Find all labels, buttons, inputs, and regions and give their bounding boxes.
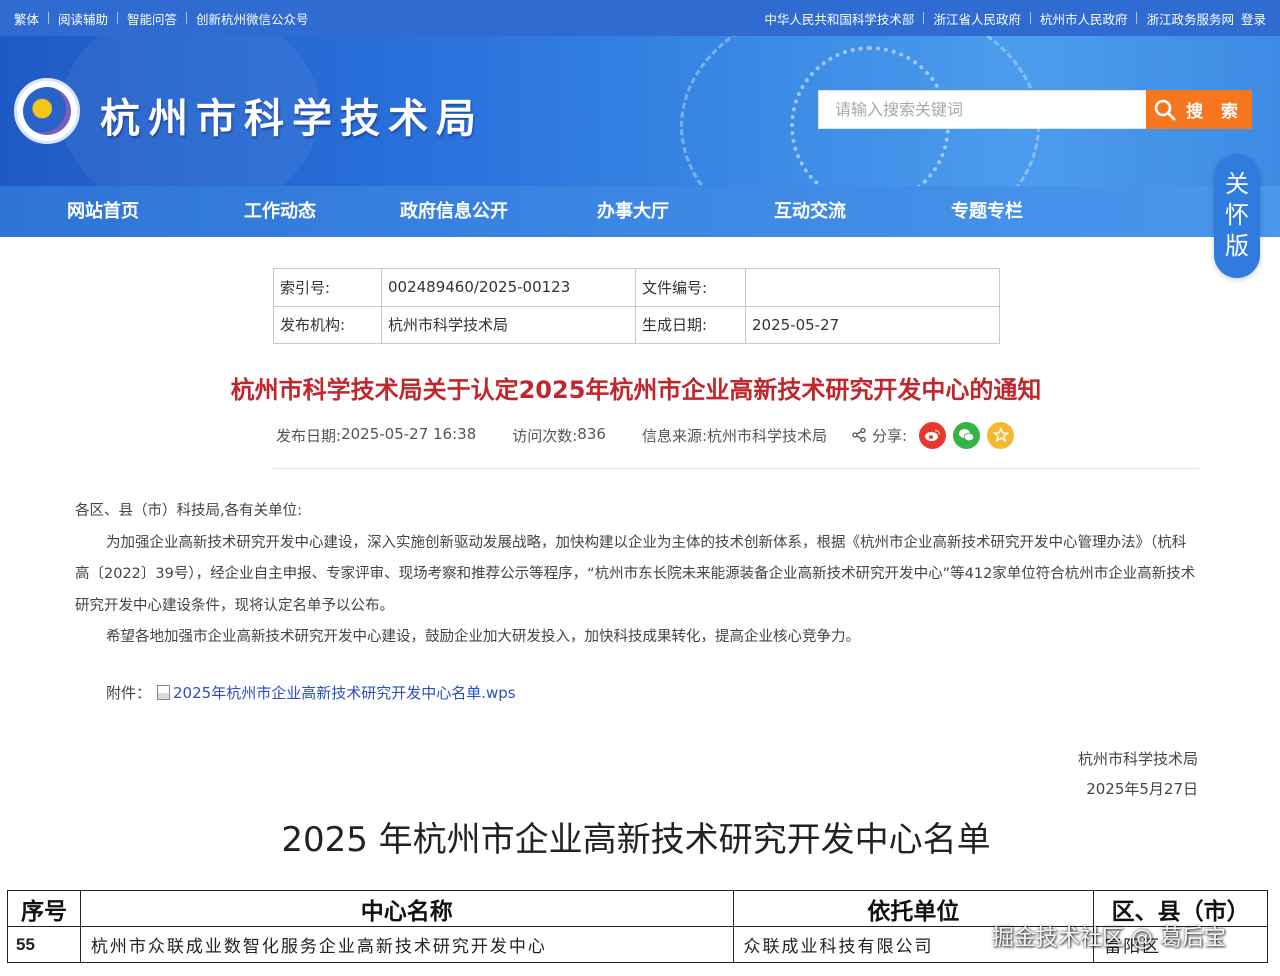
reading-assist-link[interactable]: 阅读辅助 xyxy=(58,9,108,28)
publish-date-label: 发布日期: xyxy=(276,426,342,445)
header-banner: 杭州市科学技术局 搜 索 xyxy=(0,36,1280,186)
date-value: 2025-05-27 xyxy=(745,305,1000,344)
meta-row: 发布机构: 杭州市科学技术局 生成日期: 2025-05-27 xyxy=(273,305,1000,344)
nav-gov-info[interactable]: 政府信息公开 xyxy=(400,186,508,237)
signature-date: 2025年5月27日 xyxy=(1086,780,1198,798)
nav-work-news[interactable]: 工作动态 xyxy=(244,186,316,237)
info-source: 信息来源: 杭州市科学技术局 xyxy=(642,425,827,446)
wechat-share-icon[interactable] xyxy=(953,421,981,449)
info-source-label: 信息来源: xyxy=(641,426,707,445)
info-source-value: 杭州市科学技术局 xyxy=(707,426,828,445)
hangzhou-gov-link[interactable]: 杭州市人民政府 xyxy=(1040,9,1128,28)
bureau-logo-icon[interactable] xyxy=(14,78,80,144)
search-input[interactable] xyxy=(818,90,1146,129)
attachment-link[interactable]: 2025年杭州市企业高新技术研究开发中心名单.wps xyxy=(173,682,516,703)
document-meta-table: 索引号: 002489460/2025-00123 文件编号: 发布机构: 杭州… xyxy=(273,268,1000,344)
nav-home[interactable]: 网站首页 xyxy=(67,186,139,237)
wechat-account-link[interactable]: 创新杭州微信公众号 xyxy=(196,9,309,28)
column-header-center: 中心名称 xyxy=(79,890,734,927)
body-paragraph: 为加强企业高新技术研究开发中心建设，深入实施创新驱动发展战略，加快构建以企业为主… xyxy=(75,534,1196,614)
divider xyxy=(1136,12,1138,24)
site-title[interactable]: 杭州市科学技术局 xyxy=(100,86,484,144)
file-icon xyxy=(157,685,171,700)
divider xyxy=(923,12,925,24)
zj-service-link[interactable]: 浙江政务服务网 xyxy=(1146,9,1234,28)
login-link[interactable]: 登录 xyxy=(1241,9,1266,28)
smart-qa-link[interactable]: 智能问答 xyxy=(127,9,177,28)
signature-org: 杭州市科学技术局 xyxy=(1077,750,1198,768)
article-info-bar: 发布日期: 2025-05-27 16:38 访问次数: 836 信息来源: 杭州市科… xyxy=(276,420,1015,450)
row-no: 55 xyxy=(7,926,81,963)
divider xyxy=(48,12,50,24)
body-paragraph: 希望各地加强市企业高新技术研究开发中心建设，鼓励企业加大研发投入，加快科技成果转… xyxy=(106,629,860,645)
divider xyxy=(117,12,119,24)
elder-mode-char: 怀 xyxy=(1225,201,1249,229)
visit-count-label: 访问次数: xyxy=(512,426,578,445)
share-label: 分享: xyxy=(872,426,908,445)
search-button-label: 搜 索 xyxy=(1186,102,1244,122)
elder-mode-char: 关 xyxy=(1225,170,1249,198)
docno-value xyxy=(745,268,1000,307)
article-body: 各区、县（市）科技局,各有关单位: 为加强企业高新技术研究开发中心建设，深入实施… xyxy=(75,496,1199,654)
publish-date-value: 2025-05-27 16:38 xyxy=(341,424,477,443)
search-box: 搜 索 xyxy=(818,90,1252,129)
attachment-label: 附件： xyxy=(106,684,152,702)
docno-label: 文件编号: xyxy=(635,268,746,307)
meta-row: 索引号: 002489460/2025-00123 文件编号: xyxy=(273,268,1000,307)
article-title: 杭州市科学技术局关于认定2025年杭州市企业高新技术研究开发中心的通知 xyxy=(230,376,1042,404)
visit-count-value: 836 xyxy=(577,424,606,443)
weibo-share-icon[interactable] xyxy=(919,421,947,449)
top-utility-bar: 繁体 阅读辅助 智能问答 创新杭州微信公众号 中华人民共和国科学技术部 浙江省人… xyxy=(0,0,1280,36)
title-divider xyxy=(273,468,1199,469)
favorite-share-icon[interactable] xyxy=(987,421,1015,449)
column-header-no: 序号 xyxy=(7,890,81,927)
nav-service-hall[interactable]: 办事大厅 xyxy=(597,186,669,237)
attachment: 附件： 2025年杭州市企业高新技术研究开发中心名单.wps xyxy=(106,682,516,703)
row-center-name: 杭州市众联成业数智化服务企业高新技术研究开发中心 xyxy=(79,926,734,963)
publish-date: 发布日期: 2025-05-27 16:38 xyxy=(276,425,476,446)
search-button[interactable]: 搜 索 xyxy=(1146,90,1252,129)
share-icon xyxy=(852,427,866,443)
top-right-links: 中华人民共和国科学技术部 浙江省人民政府 杭州市人民政府 浙江政务服务网 登录 xyxy=(764,9,1266,28)
watermark: 掘金技术社区 @ 葛后宝 xyxy=(992,926,1226,951)
index-label: 索引号: xyxy=(273,268,382,307)
elder-mode-char: 版 xyxy=(1225,232,1249,260)
visit-count: 访问次数: 836 xyxy=(512,425,606,446)
signature-block: 杭州市科学技术局 2025年5月27日 xyxy=(1078,744,1198,804)
nav-special-topics[interactable]: 专题专栏 xyxy=(951,186,1023,237)
zhejiang-gov-link[interactable]: 浙江省人民政府 xyxy=(933,9,1021,28)
divider xyxy=(1029,12,1031,24)
divider xyxy=(186,12,188,24)
org-label: 发布机构: xyxy=(273,305,382,344)
date-label: 生成日期: xyxy=(635,305,746,344)
top-left-links: 繁体 阅读辅助 智能问答 创新杭州微信公众号 xyxy=(14,9,309,28)
most-link[interactable]: 中华人民共和国科学技术部 xyxy=(764,9,914,28)
elder-mode-button[interactable]: 关 怀 版 xyxy=(1214,154,1260,278)
list-title: 2025 年杭州市企业高新技术研究开发中心名单 xyxy=(281,820,991,860)
salutation: 各区、县（市）科技局,各有关单位: xyxy=(75,503,302,519)
search-icon xyxy=(1154,99,1176,120)
index-value: 002489460/2025-00123 xyxy=(381,268,636,307)
traditional-chinese-link[interactable]: 繁体 xyxy=(14,9,39,28)
share-bar: 分享: xyxy=(851,421,1015,449)
main-nav: 网站首页 工作动态 政府信息公开 办事大厅 互动交流 专题专栏 xyxy=(0,186,1280,237)
org-value: 杭州市科学技术局 xyxy=(381,305,636,344)
nav-interaction[interactable]: 互动交流 xyxy=(774,186,846,237)
